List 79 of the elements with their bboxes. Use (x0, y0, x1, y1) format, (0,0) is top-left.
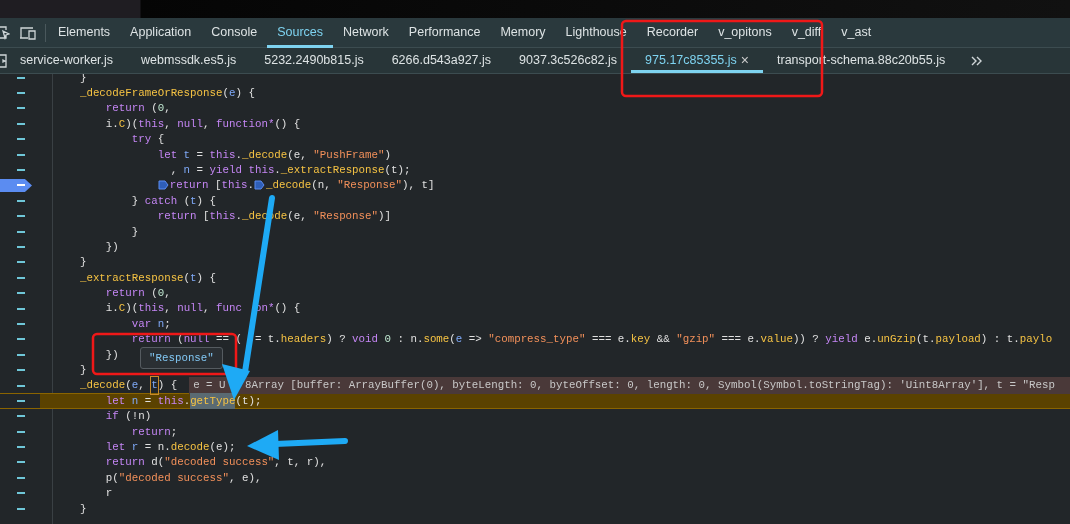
gutter-dash[interactable] (17, 215, 25, 218)
panel-tab[interactable]: Application (120, 17, 202, 48)
code-line: return (0, (104, 286, 171, 301)
gutter-dash[interactable] (17, 169, 25, 172)
gutter-dash[interactable] (17, 138, 25, 141)
code-line: _decodeFrameOrResponse(e) { (78, 86, 255, 101)
code-line: return d("decoded success", t, r), (104, 455, 327, 471)
gutter-dash[interactable] (17, 322, 25, 325)
code-line: } (78, 363, 87, 378)
code-line: var n; (130, 316, 171, 332)
code-line: return [this. _decode(n, "Response"), t] (54, 177, 435, 194)
code-line: _decode(e, t) { (54, 377, 178, 394)
gutter-dash[interactable] (17, 122, 25, 125)
step-marker-icon[interactable] (253, 180, 265, 191)
gutter-dash[interactable] (17, 369, 25, 372)
panel-tab[interactable]: Recorder (636, 17, 709, 48)
code-line: } (130, 224, 139, 240)
gutter-dash[interactable] (17, 399, 25, 402)
gutter-dash[interactable] (17, 292, 25, 295)
more-tabs-icon[interactable] (971, 55, 984, 66)
gutter-dash[interactable] (17, 76, 25, 79)
gutter-dash[interactable] (17, 430, 25, 433)
gutter-dash[interactable] (17, 476, 25, 479)
code-line: } (78, 255, 87, 271)
file-tab[interactable]: 975.17c85355.js × (631, 48, 763, 73)
code-line: let n = this.getType(t); (104, 393, 262, 409)
panel-tab[interactable]: v_diff (781, 17, 832, 48)
file-tab[interactable]: 9037.3c526c82.js (505, 48, 632, 73)
step-marker-icon[interactable] (157, 180, 169, 191)
code-line: i.C)(this, null, function*() { (104, 116, 301, 132)
gutter-dash[interactable] (17, 199, 25, 202)
close-icon[interactable]: × (740, 50, 749, 71)
gutter-dash[interactable] (17, 153, 25, 156)
file-tab[interactable]: 5232.2490b815.js (250, 48, 378, 73)
gutter-dash[interactable] (17, 276, 25, 279)
gutter-dash[interactable] (17, 261, 25, 264)
breakpoint-marker[interactable] (0, 178, 32, 192)
value-tooltip: "Response" (140, 347, 223, 370)
gutter-dash[interactable] (17, 461, 25, 464)
code-line: }) (104, 239, 119, 255)
code-line: }) (104, 347, 119, 363)
file-tab[interactable]: 6266.d543a927.js (377, 48, 506, 73)
panel-tab[interactable]: Elements (48, 17, 121, 48)
panel-tab[interactable]: Performance (398, 17, 491, 48)
gutter-dash[interactable] (17, 415, 25, 418)
panel-tab[interactable]: Memory (490, 17, 556, 48)
code-line: } catch (t) { (130, 193, 217, 209)
code-line: return; (130, 424, 178, 440)
code-line: let t = this._decode(e, "PushFrame") (156, 147, 391, 163)
code-line: let r = n.decode(e); (104, 440, 236, 455)
gutter-dash[interactable] (17, 353, 25, 356)
code-line: if (!n) (104, 409, 152, 424)
inspect-icon[interactable] (0, 25, 10, 40)
panel-tab[interactable]: Console (201, 17, 268, 48)
gutter-dash[interactable] (17, 230, 25, 233)
gutter-dash[interactable] (17, 384, 25, 387)
code-line: p("decoded success", e), (104, 470, 262, 486)
panel-tab[interactable]: v_opitons (708, 17, 782, 48)
panel-tab[interactable]: Network (333, 17, 399, 48)
panel-tab[interactable]: v_ast (831, 17, 882, 48)
gutter-dash[interactable] (17, 107, 25, 110)
code-line: } (78, 501, 87, 517)
code-line: , n = yield this._extractResponse(t); (169, 162, 411, 178)
file-tab[interactable]: service-worker.js (8, 48, 128, 73)
file-tab[interactable]: webmssdk.es5.js (127, 48, 251, 73)
gutter-dash[interactable] (17, 446, 25, 449)
code-line: r (104, 486, 113, 501)
panel-tab[interactable]: Sources (267, 17, 333, 48)
code-line: _extractResponse(t) { (78, 270, 216, 286)
gutter-dash[interactable] (17, 92, 25, 95)
inline-value: e = U 8Array [buffer: ArrayBuffer(0), byteLength: 0, byteOffset: 0, length: 0, Symbol(Symbol.toStringTag): 'Uint8Array'], t = "Resp (189, 377, 1070, 394)
gutter-dash[interactable] (17, 307, 25, 310)
gutter-dash[interactable] (17, 338, 25, 341)
file-icon[interactable] (0, 53, 8, 68)
code-line: try { (130, 132, 165, 147)
code-line: return (0, (104, 101, 171, 117)
gutter-dash[interactable] (17, 492, 25, 495)
device-toolbar-icon[interactable] (19, 25, 37, 40)
gutter-dash[interactable] (17, 507, 25, 510)
